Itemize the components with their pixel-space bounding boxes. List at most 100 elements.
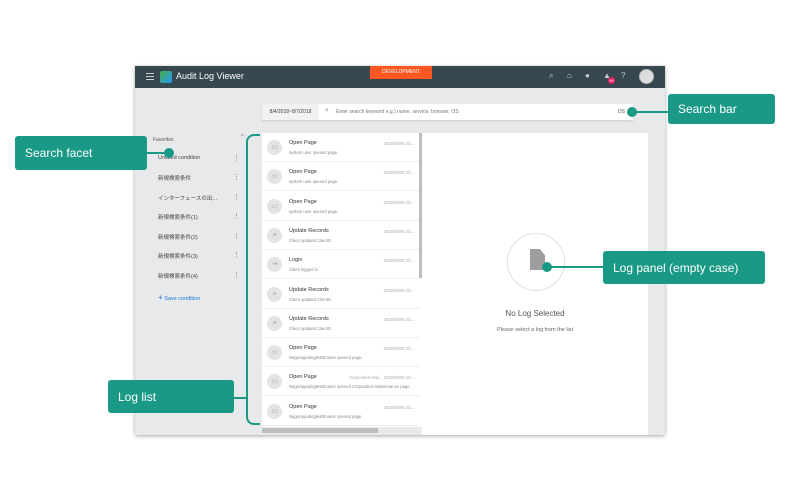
log-description: Client updated ClientG. — [289, 325, 333, 331]
menu-icon[interactable] — [146, 73, 154, 80]
callout-log-list: Log list — [108, 380, 234, 413]
horizontal-scrollbar[interactable] — [262, 428, 378, 433]
log-description: system user opened page. — [289, 150, 339, 155]
save-condition-button[interactable]: + Save condition — [158, 293, 200, 302]
log-timestamp: 2018/08/06 23:... — [383, 199, 415, 205]
log-description: Client updated ClientG. — [289, 237, 333, 243]
log-row[interactable]: ▭ Open Page system user opened page. 201… — [262, 133, 419, 162]
avatar[interactable] — [639, 69, 654, 84]
log-title: Update Records — [289, 315, 329, 322]
log-row[interactable]: ▭ Open Page system user opened page. 201… — [262, 192, 419, 221]
empty-title: No Log Selected — [505, 309, 565, 318]
log-title: Login — [289, 257, 303, 264]
log-date: 2018/08/06 23:... — [384, 317, 415, 322]
favorite-item[interactable]: 新規検索条件 — [158, 174, 238, 182]
more-icon[interactable]: ⋮ — [233, 271, 240, 279]
log-timestamp: 2018/08/06 23:... — [383, 258, 415, 264]
log-description: system user opened page. — [289, 208, 339, 214]
favorite-item[interactable]: 新規検索条件(1) — [158, 213, 238, 221]
date-range-picker[interactable]: 8/4/2018~8/7/2018 — [262, 104, 319, 120]
save-condition-label: Save condition — [164, 296, 201, 302]
search-icon: ⌕ — [325, 107, 329, 114]
log-row[interactable]: ≡ Update Records Client updated ClientG.… — [262, 221, 419, 250]
search-icon[interactable]: ⌕ — [549, 71, 553, 81]
search-filter-os[interactable]: OS — [618, 104, 625, 120]
callout-line — [234, 397, 247, 399]
log-title: Update Records — [289, 227, 329, 234]
callout-search-facet: Search facet — [15, 136, 147, 170]
log-timestamp: 2018/08/06 23:... — [383, 287, 415, 293]
log-row[interactable]: ⇥ Login Client logged in. 2018/08/06 23:… — [262, 250, 419, 280]
log-row[interactable]: ≡ Update Records Client updated ClientG.… — [262, 309, 419, 338]
monitor-icon: ▭ — [267, 403, 282, 419]
more-icon[interactable]: ⋮ — [233, 212, 240, 220]
callout-dot — [164, 148, 174, 158]
log-row[interactable]: ▭ Open Page system user opened page. 201… — [262, 162, 419, 192]
log-title: Open Page — [289, 140, 317, 146]
callout-line — [632, 111, 668, 113]
favorite-item[interactable]: 新規検索条件(3) — [158, 252, 238, 260]
login-icon: ⇥ — [267, 257, 282, 273]
log-description: NagaAppadogtestEname opened page. — [289, 413, 363, 419]
app-title: Audit Log Viewer — [176, 71, 244, 81]
plus-icon: + — [158, 293, 163, 302]
log-description: Client updated ClientG. — [289, 296, 333, 302]
log-description: Client logged in. — [289, 267, 320, 273]
search-input[interactable] — [336, 104, 606, 120]
log-title: Open Page — [289, 374, 317, 381]
monitor-icon: ▭ — [267, 198, 282, 214]
log-description: NagaAppadogtestEname opened page. — [289, 355, 363, 361]
database-icon: ≡ — [267, 286, 282, 302]
log-timestamp: 2018/08/06 23:... — [383, 375, 415, 381]
log-description: NagaAppadogtestEname opened Corporation … — [289, 384, 411, 390]
callout-bracket — [246, 134, 260, 425]
favorite-item[interactable]: 新規検索条件(4) — [158, 272, 238, 280]
monitor-icon: ▭ — [267, 140, 282, 155]
log-row[interactable]: ▭ Open Page NagaAppadogtestEname opened … — [262, 397, 419, 426]
more-icon[interactable]: ⋮ — [233, 232, 240, 240]
monitor-icon: ▭ — [267, 374, 282, 390]
favorite-item[interactable]: インターフェースの出... — [158, 194, 238, 202]
search-bar: 8/4/2018~8/7/2018 ⌕ OS — [262, 104, 633, 120]
favorite-item[interactable]: 新規検索条件(2) — [158, 233, 238, 241]
log-title: Open Page — [289, 198, 317, 205]
favorites-heading: Favorites — [153, 137, 174, 143]
log-date: 2018/08/06 23:... — [384, 288, 415, 293]
environment-badge: DEVELOPMENT — [370, 66, 432, 79]
log-timestamp: 2018/08/06 23:... — [383, 228, 415, 234]
notification-badge: 90 — [608, 77, 615, 84]
log-date: 2018/08/06 23:... — [384, 141, 415, 146]
app-logo — [160, 71, 172, 83]
collapse-icon[interactable]: ^ — [241, 134, 244, 140]
help-icon[interactable]: ? — [621, 71, 625, 80]
log-row[interactable]: ≡ Update Records Client updated ClientG.… — [262, 280, 419, 309]
more-icon[interactable]: ⋮ — [233, 154, 240, 162]
log-timestamp: 2018/08/06 23:... — [383, 141, 415, 146]
log-title: Update Records — [289, 286, 329, 293]
log-row[interactable]: ▭ Open Page NagaAppadogtestEname opened … — [262, 367, 419, 397]
callout-search-bar: Search bar — [668, 94, 775, 124]
more-icon[interactable]: ⋮ — [233, 173, 240, 181]
chat-icon[interactable]: ● — [585, 71, 590, 80]
log-title: Open Page — [289, 169, 317, 176]
log-description: system user opened page. — [289, 179, 339, 185]
callout-dot — [627, 107, 637, 117]
database-icon: ≡ — [267, 227, 282, 243]
callout-dot — [542, 262, 552, 272]
log-date: Corporation Mai... 2018/08/06 23:... — [349, 375, 415, 380]
database-icon: ≡ — [267, 315, 282, 331]
log-list: ▭ Open Page system user opened page. 201… — [262, 133, 422, 427]
log-timestamp: 2018/08/06 23:... — [383, 170, 415, 176]
empty-hint: Please select a log from the list — [496, 327, 574, 333]
more-icon[interactable]: ⋮ — [233, 251, 240, 259]
log-date: 2018/08/06 23:... — [384, 258, 415, 263]
log-timestamp: 2018/08/06 23:... — [383, 404, 415, 410]
more-icon[interactable]: ⋮ — [233, 193, 240, 201]
log-row[interactable]: ▭ Open Page NagaAppadogtestEname opened … — [262, 338, 419, 368]
log-title: Open Page — [289, 403, 317, 410]
inbox-icon[interactable]: ⌂ — [567, 71, 572, 80]
log-panel: No Log Selected Please select a log from… — [422, 133, 648, 435]
monitor-icon: ▭ — [267, 169, 282, 185]
monitor-icon: ▭ — [267, 345, 282, 361]
log-date: 2018/08/06 23:... — [384, 229, 415, 234]
